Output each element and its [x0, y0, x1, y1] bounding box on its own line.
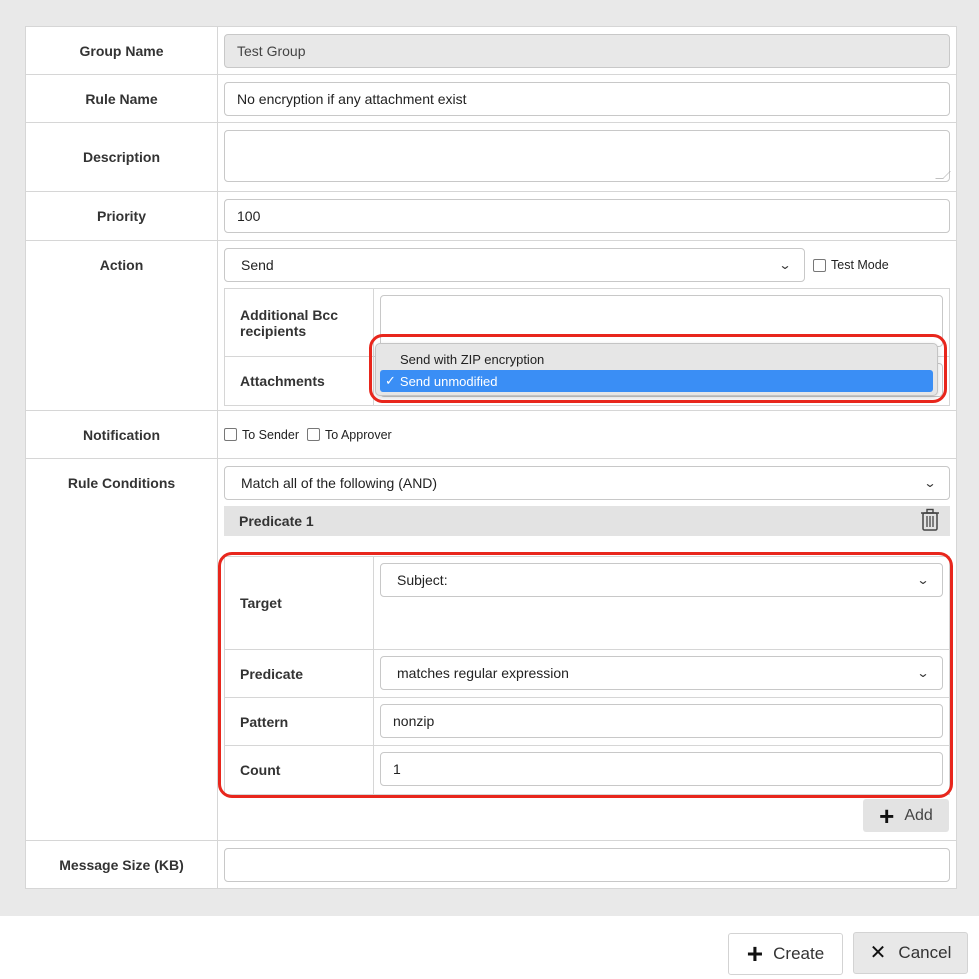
chevron-down-icon: ⌄	[923, 476, 937, 490]
to-sender-checkbox[interactable]	[224, 428, 237, 441]
chevron-down-icon: ⌄	[916, 573, 930, 587]
pattern-label: Pattern	[225, 698, 374, 745]
target-label: Target	[225, 557, 374, 649]
cancel-button[interactable]: ✕ Cancel	[853, 932, 968, 974]
description-textarea[interactable]	[224, 130, 951, 182]
target-select[interactable]: Subject: ⌄	[380, 563, 943, 597]
row-group-name: Group Name Test Group	[26, 27, 956, 75]
predicate-title: Predicate 1	[239, 513, 314, 529]
notification-label: Notification	[26, 411, 218, 458]
add-predicate-button[interactable]: + Add	[863, 799, 949, 832]
plus-icon: +	[746, 938, 764, 969]
attachments-option-unmodified-label: Send unmodified	[399, 373, 498, 389]
row-priority: Priority 100	[26, 192, 956, 241]
target-select-value: Subject:	[397, 572, 448, 588]
to-approver-checkbox[interactable]	[306, 428, 320, 441]
predicate-table: Target Subject: ⌄ Predicate matches regu…	[224, 556, 950, 795]
match-select[interactable]: Match all of the following (AND) ⌄	[224, 466, 950, 500]
additional-bcc-label: Additional Bcc recipients	[225, 289, 374, 356]
priority-field[interactable]: 100	[224, 199, 950, 233]
rule-name-field[interactable]: No encryption if any attachment exist	[224, 82, 950, 116]
test-mode-label: Test Mode	[831, 258, 889, 272]
chevron-down-icon: ⌄	[778, 258, 792, 272]
message-size-label: Message Size (KB)	[26, 841, 218, 888]
additional-bcc-textarea[interactable]	[380, 295, 943, 347]
checkmark-icon: ✓	[385, 373, 396, 388]
close-icon: ✕	[869, 942, 887, 964]
row-rule-name: Rule Name No encryption if any attachmen…	[26, 75, 956, 123]
pattern-field[interactable]: nonzip	[380, 704, 943, 738]
row-message-size: Message Size (KB)	[26, 841, 956, 888]
rule-name-label: Rule Name	[26, 75, 218, 122]
chevron-down-icon: ⌄	[916, 666, 930, 680]
attachments-label: Attachments	[225, 357, 374, 405]
create-button[interactable]: + Create	[728, 933, 843, 975]
predicate-header: Predicate 1	[224, 506, 950, 536]
row-notification: Notification To Sender To Approver	[26, 411, 956, 459]
description-label: Description	[26, 123, 218, 191]
to-sender-label: To Sender	[242, 427, 299, 442]
rule-form: Group Name Test Group Rule Name No encry…	[25, 26, 957, 889]
group-name-label: Group Name	[26, 27, 218, 74]
priority-label: Priority	[26, 192, 218, 240]
to-approver-label: To Approver	[324, 427, 392, 442]
group-name-field: Test Group	[224, 34, 950, 68]
predicate-select-value: matches regular expression	[397, 665, 569, 681]
count-label: Count	[225, 746, 374, 794]
attachments-dropdown-menu: Send with ZIP encryption ✓ Send unmodifi…	[375, 343, 938, 396]
trash-icon[interactable]	[920, 508, 940, 535]
plus-icon: +	[879, 800, 895, 831]
count-field[interactable]: 1	[380, 752, 943, 786]
predicate-select[interactable]: matches regular expression ⌄	[380, 656, 943, 690]
action-label: Action	[26, 241, 218, 410]
resize-grip-icon[interactable]	[935, 171, 951, 179]
message-size-field[interactable]	[224, 848, 950, 882]
cancel-label: Cancel	[898, 943, 952, 962]
row-rule-conditions: Rule Conditions Match all of the followi…	[26, 459, 956, 841]
predicate-label: Predicate	[225, 650, 374, 697]
create-label: Create	[773, 944, 825, 963]
add-label: Add	[904, 806, 933, 824]
action-select-value: Send	[241, 257, 274, 273]
attachments-option-zip[interactable]: Send with ZIP encryption	[380, 348, 933, 370]
footer-bar: + Create ✕ Cancel	[0, 916, 979, 979]
row-description: Description	[26, 123, 956, 192]
match-select-value: Match all of the following (AND)	[241, 475, 438, 491]
action-select[interactable]: Send ⌄	[224, 248, 805, 282]
rule-conditions-label: Rule Conditions	[26, 459, 218, 840]
test-mode-checkbox[interactable]	[813, 258, 826, 272]
attachments-option-unmodified[interactable]: ✓ Send unmodified	[380, 370, 933, 392]
